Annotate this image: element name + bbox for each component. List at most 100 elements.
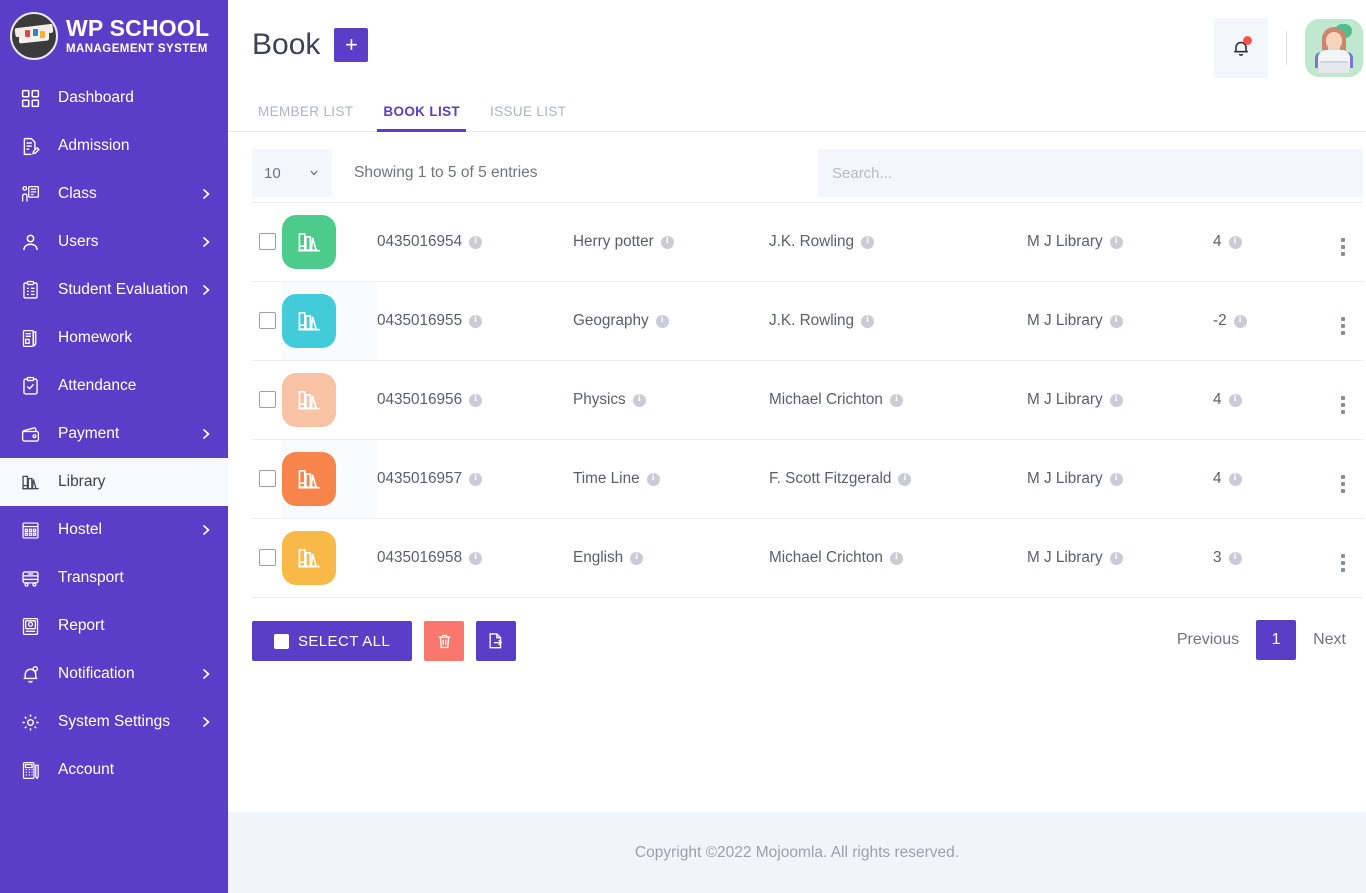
info-icon[interactable]: i	[889, 393, 903, 407]
tab-issue-list[interactable]: ISSUE LIST	[484, 96, 572, 131]
tab-book-list[interactable]: BOOK LIST	[377, 96, 466, 132]
info-icon[interactable]: i	[1228, 472, 1242, 486]
library-value: M J Library	[1027, 549, 1103, 566]
row-menu-cell	[1323, 519, 1363, 598]
row-select-cell	[252, 203, 282, 282]
sidebar-item-report[interactable]: Report	[0, 602, 228, 650]
info-icon[interactable]: i	[469, 472, 483, 486]
kebab-menu-icon[interactable]	[1341, 237, 1345, 256]
sidebar-item-label: Account	[58, 761, 115, 778]
sidebar-item-student-evaluation[interactable]: Student Evaluation	[0, 266, 228, 314]
table-row[interactable]: 0435016958 i English i Michael Crichton i M…	[252, 519, 1363, 598]
main-content: Book + MEMBER LIST BOOK LIST ISSUE LIST …	[228, 0, 1366, 893]
search-input[interactable]	[818, 149, 1363, 197]
sidebar-item-transport[interactable]: Transport	[0, 554, 228, 602]
info-icon[interactable]: i	[1109, 314, 1123, 328]
row-library-cell: M J Library i	[1027, 519, 1213, 598]
row-checkbox[interactable]	[258, 391, 276, 409]
table-row[interactable]: 0435016954 i Herry potter i J.K. Rowling i …	[252, 202, 1363, 282]
info-icon[interactable]: i	[1109, 551, 1123, 565]
info-icon[interactable]: i	[1228, 551, 1242, 565]
kebab-menu-icon[interactable]	[1341, 553, 1345, 572]
sidebar-item-dashboard[interactable]: Dashboard	[0, 74, 228, 122]
avatar[interactable]	[1305, 19, 1363, 77]
info-icon[interactable]: i	[898, 472, 912, 486]
info-icon[interactable]: i	[646, 472, 660, 486]
row-menu-cell	[1323, 361, 1363, 440]
table-row[interactable]: 0435016955 i Geography i J.K. Rowling i M J…	[252, 281, 1363, 361]
page-length-select[interactable]: 10 25 50 100	[252, 149, 332, 197]
delete-selected-button[interactable]	[424, 621, 465, 661]
kebab-menu-icon[interactable]	[1341, 395, 1345, 414]
row-checkbox[interactable]	[258, 233, 276, 251]
teacher-board-icon	[18, 182, 42, 206]
sidebar-item-label: Homework	[58, 329, 133, 346]
row-icon-cell	[282, 203, 377, 282]
row-checkbox[interactable]	[258, 549, 276, 567]
info-icon[interactable]: i	[660, 235, 674, 249]
sidebar-item-homework[interactable]: Homework	[0, 314, 228, 362]
info-icon[interactable]: i	[630, 551, 644, 565]
kebab-menu-icon[interactable]	[1341, 316, 1345, 335]
sidebar-item-label: Attendance	[58, 377, 137, 394]
author-value: Michael Crichton	[769, 391, 883, 408]
trash-icon	[438, 634, 451, 648]
brand-logo[interactable]: WP SCHOOL MANAGEMENT SYSTEM	[0, 0, 228, 74]
row-checkbox[interactable]	[258, 470, 276, 488]
sidebar-item-users[interactable]: Users	[0, 218, 228, 266]
sidebar-item-account[interactable]: Account	[0, 746, 228, 794]
row-isbn-cell: 0435016955 i	[377, 282, 573, 361]
author-value: J.K. Rowling	[769, 312, 855, 329]
row-checkbox[interactable]	[258, 312, 276, 330]
sidebar-item-hostel[interactable]: Hostel	[0, 506, 228, 554]
info-icon[interactable]: i	[469, 235, 483, 249]
sidebar-item-admission[interactable]: Admission	[0, 122, 228, 170]
info-icon[interactable]: i	[1228, 393, 1242, 407]
header-divider	[1286, 31, 1287, 65]
table-row[interactable]: 0435016957 i Time Line i F. Scott Fitzgera…	[252, 439, 1363, 519]
export-button[interactable]	[476, 621, 517, 661]
info-icon[interactable]: i	[469, 393, 483, 407]
sidebar-item-label: Notification	[58, 665, 135, 682]
sidebar-item-class[interactable]: Class	[0, 170, 228, 218]
info-icon[interactable]: i	[632, 393, 646, 407]
info-icon[interactable]: i	[1109, 235, 1123, 249]
info-icon[interactable]: i	[469, 314, 483, 328]
sidebar-item-attendance[interactable]: Attendance	[0, 362, 228, 410]
row-select-cell	[252, 519, 282, 598]
sidebar-item-payment[interactable]: Payment	[0, 410, 228, 458]
sidebar-item-label: Transport	[58, 569, 124, 586]
notification-button[interactable]	[1214, 18, 1268, 78]
row-author-cell: J.K. Rowling i	[769, 203, 1027, 282]
table-row[interactable]: 0435016956 i Physics i Michael Crichton i M…	[252, 361, 1363, 440]
pagination-previous[interactable]: Previous	[1160, 620, 1256, 660]
clipboard-check-icon	[18, 278, 42, 302]
pagination-next[interactable]: Next	[1296, 620, 1363, 660]
tab-member-list[interactable]: MEMBER LIST	[252, 96, 359, 131]
books-icon	[282, 294, 336, 348]
sidebar-item-library[interactable]: Library	[0, 458, 228, 506]
info-icon[interactable]: i	[889, 551, 903, 565]
info-icon[interactable]: i	[1109, 393, 1123, 407]
sidebar-item-label: Student Evaluation	[58, 281, 189, 298]
info-icon[interactable]: i	[655, 314, 669, 328]
row-quantity-cell: 3i	[1213, 519, 1323, 598]
select-all-checkbox[interactable]	[274, 633, 289, 649]
row-isbn-cell: 0435016956 i	[377, 361, 573, 440]
quantity-value: 4	[1213, 233, 1222, 250]
sidebar-item-system-settings[interactable]: System Settings	[0, 698, 228, 746]
info-icon[interactable]: i	[861, 235, 875, 249]
info-icon[interactable]: i	[469, 551, 483, 565]
row-icon-cell	[282, 361, 377, 440]
kebab-menu-icon[interactable]	[1341, 474, 1345, 493]
pagination-page-1[interactable]: 1	[1256, 620, 1297, 660]
info-icon[interactable]: i	[861, 314, 875, 328]
sidebar-item-notification[interactable]: Notification	[0, 650, 228, 698]
select-all-button[interactable]: SELECT ALL	[252, 621, 413, 661]
info-icon[interactable]: i	[1228, 235, 1242, 249]
info-icon[interactable]: i	[1109, 472, 1123, 486]
info-icon[interactable]: i	[1233, 314, 1247, 328]
books-icon	[18, 470, 42, 494]
sidebar-item-label: Class	[58, 185, 97, 202]
add-book-button[interactable]: +	[334, 28, 369, 62]
